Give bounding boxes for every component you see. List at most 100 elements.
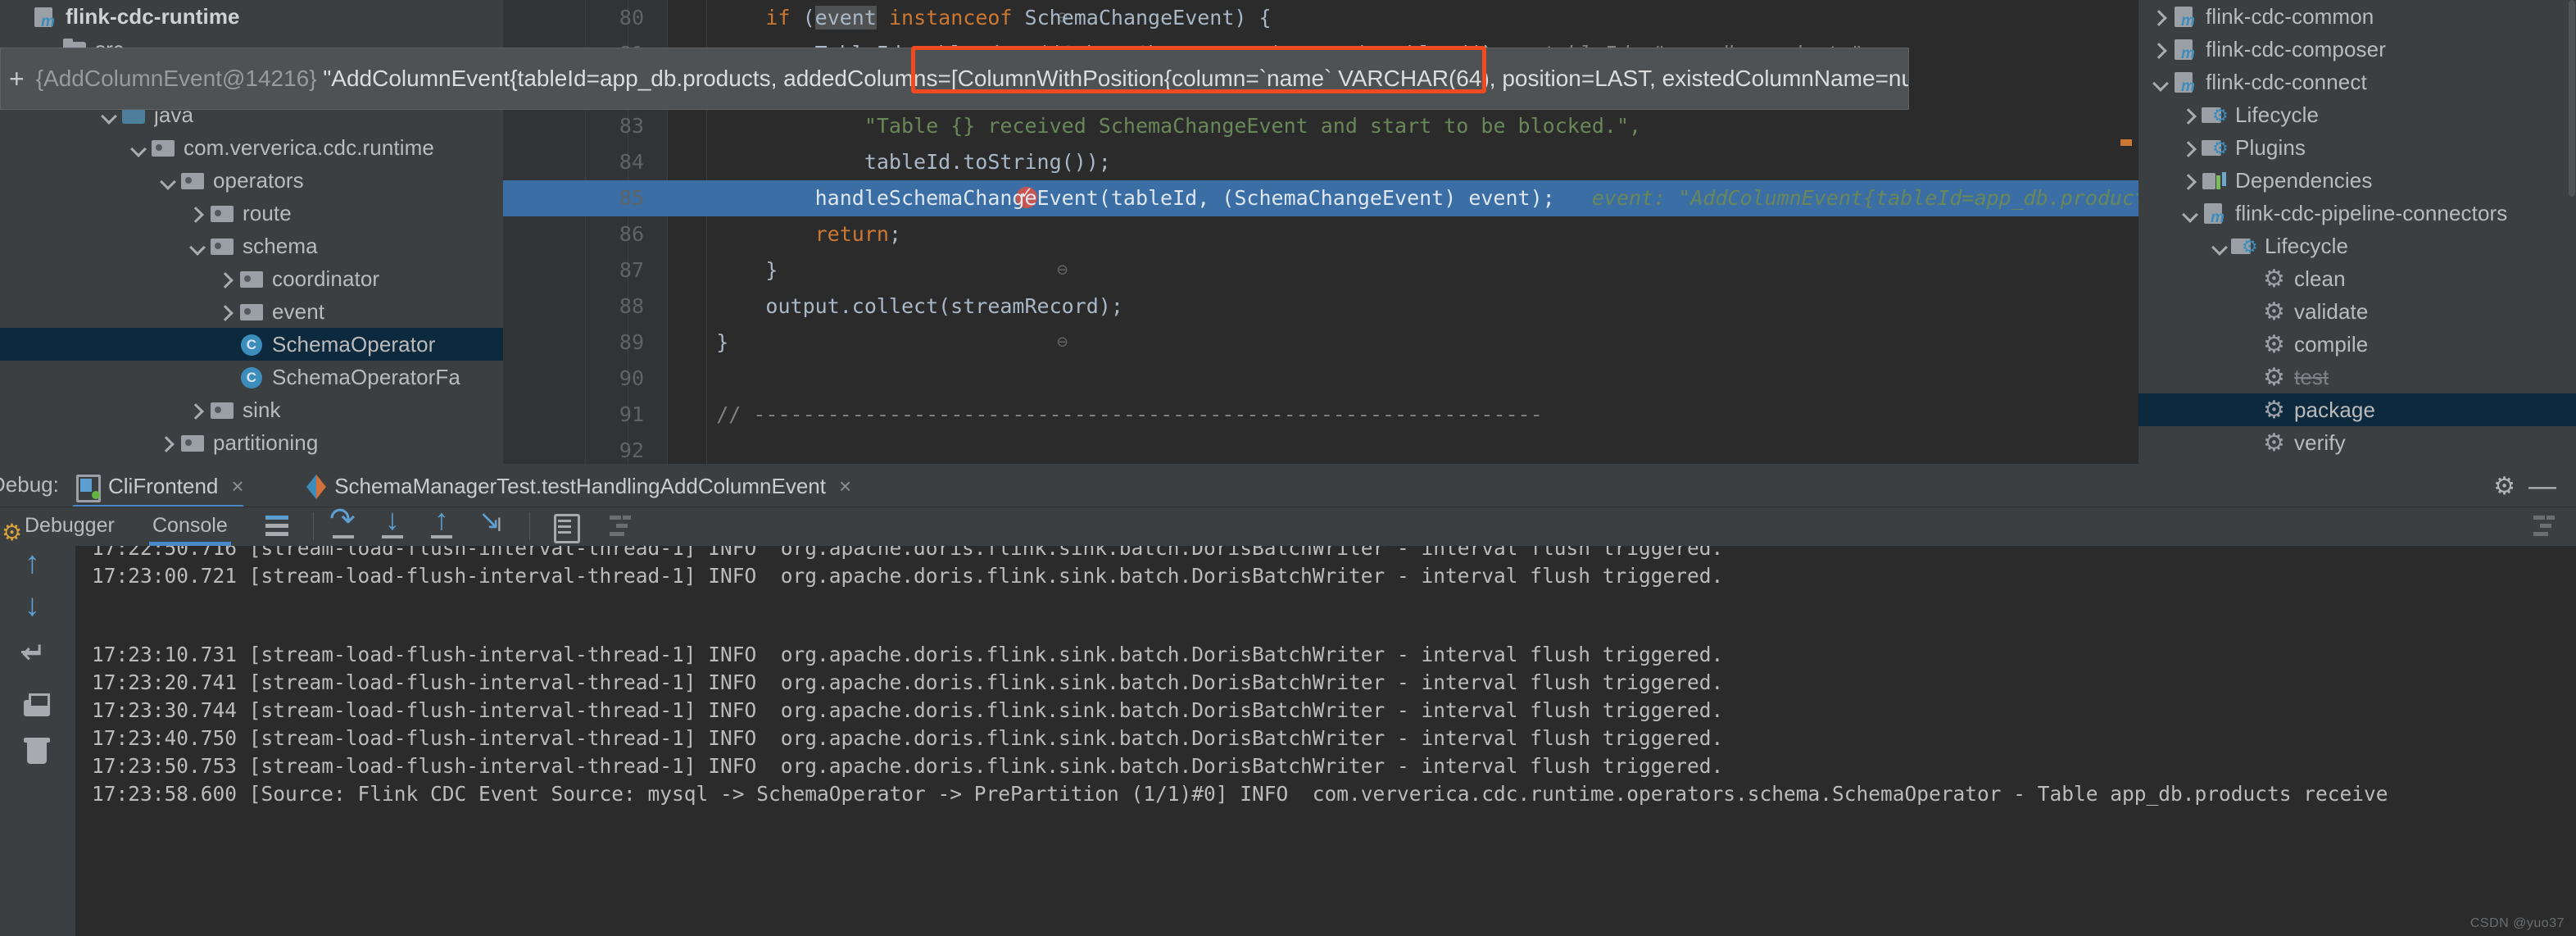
tree-row-flink-cdc-connect[interactable]: flink-cdc-connect (2138, 66, 2576, 98)
gear-icon[interactable]: ⚙ (2493, 472, 2515, 501)
tree-row-lifecycle[interactable]: Lifecycle (2138, 98, 2576, 131)
tree-row-partitioning[interactable]: partitioning (0, 426, 503, 459)
run-to-cursor-icon[interactable] (477, 504, 506, 540)
tree-row-verify[interactable]: verify (2138, 426, 2576, 459)
chevron-down-icon[interactable] (2150, 71, 2171, 93)
frames-icon[interactable] (606, 512, 636, 540)
chevron-down-icon[interactable] (2209, 235, 2230, 257)
tree-row-dependencies[interactable]: Dependencies (2138, 164, 2576, 197)
console-side-toolbar (0, 546, 75, 936)
code-text: // -------------------------------------… (716, 402, 1543, 426)
minimize-icon[interactable]: — (2528, 470, 2556, 502)
scroll-down-icon[interactable] (21, 588, 54, 631)
debug-value-tooltip[interactable]: + {AddColumnEvent@14216} "AddColumnEvent… (0, 48, 1909, 110)
code-text: output.collect(streamRecord); (667, 294, 1123, 318)
tree-row-label: event (272, 298, 325, 324)
editor-line-89: 89 ⊖ } (503, 325, 2138, 361)
evaluate-expression-icon[interactable] (551, 512, 580, 543)
tree-row-label: route (243, 200, 292, 225)
tree-row-lifecycle[interactable]: Lifecycle (2138, 229, 2576, 262)
package-icon (179, 169, 206, 192)
tree-row-label: operators (213, 167, 304, 193)
expand-icon[interactable]: + (9, 64, 25, 94)
step-out-icon[interactable] (428, 502, 457, 540)
soft-wrap-icon[interactable] (21, 636, 54, 677)
gear-folder-icon (2201, 103, 2229, 126)
maven-tool-window[interactable]: flink-cdc-common flink-cdc-composer flink-… (2138, 0, 2576, 464)
print-icon[interactable] (21, 692, 54, 725)
tree-row-plugins[interactable]: Plugins (2138, 131, 2576, 164)
clear-all-icon[interactable] (21, 736, 54, 769)
tree-row-label: verify (2294, 429, 2346, 455)
tree-row-flink-cdc-runtime[interactable]: flink-cdc-runtime (0, 0, 503, 33)
tree-row-route[interactable]: route (0, 197, 503, 229)
maven-module-icon (2171, 5, 2199, 30)
tree-row-label: flink-cdc-composer (2206, 36, 2386, 61)
console-view-icon[interactable] (264, 512, 293, 540)
package-icon (238, 300, 265, 323)
tree-row-label: Dependencies (2235, 167, 2373, 193)
top-area: flink-cdc-runtimesrcmainjavacom.ververic… (0, 0, 2576, 464)
gear-folder-icon (2230, 234, 2258, 257)
tree-row-schemaoperator[interactable]: SchemaOperator (0, 328, 503, 361)
tree-row-sink[interactable]: sink (0, 393, 503, 426)
tree-row-test[interactable]: test (2138, 361, 2576, 393)
chevron-down-icon[interactable] (128, 137, 149, 158)
chevron-right-icon[interactable] (2150, 39, 2171, 60)
console-output[interactable]: 17:22:50.716 [stream-load-flush-interval… (75, 546, 2576, 936)
tree-row-clean[interactable]: clean (2138, 262, 2576, 295)
chevron-right-icon[interactable] (216, 301, 238, 322)
step-over-icon[interactable] (329, 501, 359, 540)
scroll-up-icon[interactable] (21, 546, 54, 588)
ide-window: flink-cdc-runtimesrcmainjavacom.ververic… (0, 0, 2576, 936)
close-icon[interactable]: × (839, 474, 851, 499)
chevron-right-icon[interactable] (157, 432, 179, 453)
tree-row-schema[interactable]: schema (0, 229, 503, 262)
tree-row-package[interactable]: package (2138, 393, 2576, 426)
chevron-right-icon[interactable] (187, 202, 208, 224)
code-text: if (event instanceof SchemaChangeEvent) … (765, 6, 1272, 30)
chevron-down-icon[interactable] (187, 235, 208, 257)
chevron-right-icon[interactable] (2179, 137, 2201, 158)
step-into-icon[interactable] (379, 502, 408, 540)
tree-row-flink-cdc-common[interactable]: flink-cdc-common (2138, 0, 2576, 33)
line-number: 90 (619, 366, 644, 390)
tree-row-com-ververica-cdc-runtime[interactable]: com.ververica.cdc.runtime (0, 131, 503, 164)
debug-tab-label: SchemaManagerTest.testHandlingAddColumnE… (334, 473, 826, 498)
chevron-right-icon[interactable] (187, 399, 208, 420)
tree-row-event[interactable]: event (0, 295, 503, 328)
tree-row-flink-cdc-composer[interactable]: flink-cdc-composer (2138, 33, 2576, 66)
debug-tab-1[interactable]: SchemaManagerTest.testHandlingAddColumnE… (298, 466, 851, 507)
tree-row-flink-cdc-pipeline-connectors[interactable]: flink-cdc-pipeline-connectors (2138, 197, 2576, 229)
console-line: 17:23:30.744 [stream-load-flush-interval… (92, 698, 1724, 722)
chevron-right-icon[interactable] (2179, 104, 2201, 125)
console-line-highlighted: 17:23:58.600 [Source: Flink CDC Event So… (92, 782, 2388, 806)
tree-row-compile[interactable]: compile (2138, 328, 2576, 361)
tree-row-validate[interactable]: validate (2138, 295, 2576, 328)
debug-tab-0[interactable]: CliFrontend × (72, 466, 244, 510)
tab-console[interactable]: Console (149, 514, 231, 546)
close-icon[interactable]: × (231, 474, 243, 499)
maven-module-icon (2201, 202, 2229, 227)
debug-tab-label: CliFrontend (108, 473, 219, 498)
editor-line-90: 90 (503, 361, 2138, 397)
fold-icon[interactable]: ⊖ (1057, 252, 1068, 289)
tree-row-label: SchemaOperator (272, 331, 436, 357)
tree-row-operators[interactable]: operators (0, 164, 503, 197)
tree-row-schemaoperatorfa[interactable]: SchemaOperatorFa (0, 361, 503, 393)
chevron-right-icon[interactable] (2179, 170, 2201, 191)
class-icon (238, 333, 265, 356)
chevron-right-icon[interactable] (216, 268, 238, 289)
fold-icon[interactable]: ⊖ (1057, 325, 1068, 361)
chevron-down-icon[interactable] (2179, 202, 2201, 224)
chevron-right-icon[interactable] (2150, 6, 2171, 27)
editor-marker (2120, 139, 2132, 146)
tree-row-coordinator[interactable]: coordinator (0, 262, 503, 295)
console-line: 17:23:00.721 [stream-load-flush-interval… (92, 564, 1724, 588)
layout-settings-icon[interactable] (2530, 512, 2560, 540)
chevron-down-icon[interactable] (157, 170, 179, 191)
tab-debugger[interactable]: Debugger (25, 514, 115, 538)
